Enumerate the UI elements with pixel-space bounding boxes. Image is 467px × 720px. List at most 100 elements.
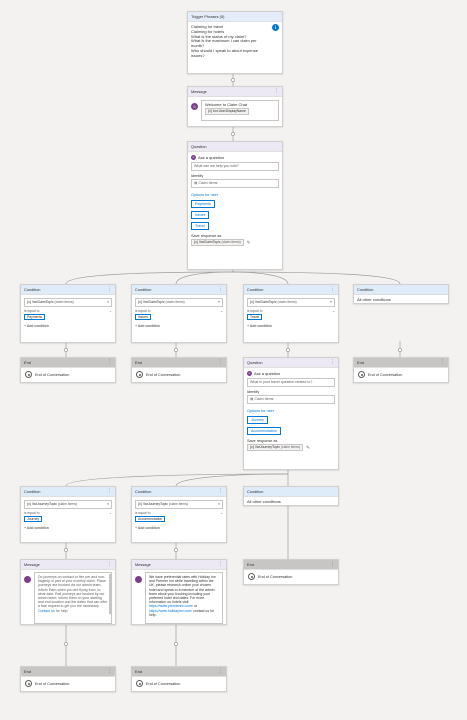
condition-value[interactable]: Issues xyxy=(135,314,151,320)
option-payments[interactable]: Payments xyxy=(191,200,215,208)
remove-icon[interactable]: × xyxy=(107,299,109,306)
condition-node-other[interactable]: Condition All other conditions xyxy=(243,486,339,506)
end-node[interactable]: End ⋮ End of Conversation xyxy=(243,559,339,585)
end-title: End xyxy=(357,360,364,365)
condition-variable[interactable]: {x} VarClaimTopic (claim items) × xyxy=(24,298,112,307)
option-travel[interactable]: Travel xyxy=(191,222,209,230)
chevron-down-icon[interactable]: ⌄ xyxy=(220,309,223,313)
operator-label: is equal to xyxy=(247,309,263,313)
message-node-welcome[interactable]: Message ⋮ ☺ Welcome to Claim Chat {x} bo… xyxy=(187,86,283,127)
condition-node-payments[interactable]: Condition ⋮ {x} VarClaimTopic (claim ite… xyxy=(20,284,116,343)
condition-value[interactable]: Accommodation xyxy=(135,516,166,522)
question-prompt-field[interactable]: What can we help you with? xyxy=(191,162,279,171)
end-node[interactable]: End ⋮ End of Conversation xyxy=(131,357,227,383)
message-node-accommodation[interactable]: Message ⋮ We have preferential rates wit… xyxy=(131,559,227,625)
end-node[interactable]: End ⋮ End of Conversation xyxy=(20,357,116,383)
condition-value[interactable]: Journey xyxy=(24,516,43,522)
add-condition-button[interactable]: + Add condition xyxy=(24,526,112,530)
remove-icon[interactable]: × xyxy=(218,299,220,306)
condition-node-journey[interactable]: Condition ⋮ {x} VarJourneyTopic (claim i… xyxy=(20,486,116,543)
variable-chip[interactable]: {x} bot.UserDisplayName xyxy=(205,107,249,115)
more-options-icon[interactable]: ⋮ xyxy=(107,358,112,367)
scrollbar[interactable] xyxy=(109,574,111,614)
end-text: End of Conversation xyxy=(35,681,70,686)
add-condition-button[interactable]: + Add condition xyxy=(24,324,112,328)
more-options-icon[interactable]: ⋮ xyxy=(218,487,223,496)
more-options-icon[interactable]: ⋮ xyxy=(274,87,279,96)
condition-node-other[interactable]: Condition All other conditions xyxy=(353,284,449,304)
save-variable-chip[interactable]: {x} VarClaimTopic (claim items) xyxy=(191,239,244,246)
operator-label: is equal to xyxy=(24,309,40,313)
question-prompt-field[interactable]: What is your travel question related to? xyxy=(247,378,335,387)
remove-icon[interactable]: × xyxy=(107,501,109,508)
condition-value[interactable]: Payments xyxy=(24,314,46,320)
other-conditions-label: All other conditions xyxy=(357,297,391,302)
condition-value[interactable]: Travel xyxy=(247,314,263,320)
add-condition-button[interactable]: + Add condition xyxy=(135,526,223,530)
end-header: End ⋮ xyxy=(354,358,448,368)
condition-operator[interactable]: is equal to ⌄ xyxy=(247,309,335,313)
option-issues[interactable]: Issues xyxy=(191,211,210,219)
options-label: Options for user xyxy=(191,193,219,197)
message-bubble[interactable]: Welcome to Claim Chat {x} bot.UserDispla… xyxy=(201,100,279,121)
remove-icon[interactable]: × xyxy=(330,299,332,306)
chevron-down-icon[interactable]: ⌄ xyxy=(220,511,223,515)
option-journey[interactable]: Journey xyxy=(247,416,268,424)
more-options-icon[interactable]: ⋮ xyxy=(107,285,112,294)
message-node-journey[interactable]: Message ⋮ Do journeys on contact or flex… xyxy=(20,559,116,625)
chevron-down-icon[interactable]: ⌄ xyxy=(109,511,112,515)
add-condition-button[interactable]: + Add condition xyxy=(247,324,335,328)
condition-node-travel[interactable]: Condition ⋮ {x} VarClaimTopic (claim ite… xyxy=(243,284,339,343)
more-options-icon[interactable]: ⋮ xyxy=(330,285,335,294)
end-node[interactable]: End ⋮ End of Conversation xyxy=(131,666,227,692)
more-options-icon[interactable]: ⋮ xyxy=(218,560,223,569)
message-bubble[interactable]: We have preferential rates with Holiday … xyxy=(145,572,223,624)
info-icon[interactable]: i xyxy=(272,24,279,31)
condition-node-accommodation[interactable]: Condition ⋮ {x} VarJourneyTopic (claim i… xyxy=(131,486,227,543)
edit-icon[interactable]: ✎ xyxy=(306,445,310,451)
more-options-icon[interactable]: ⋮ xyxy=(440,358,445,367)
condition-variable[interactable]: {x} VarJourneyTopic (claim items) × xyxy=(24,500,112,509)
identify-select[interactable]: ▤ Claim Items xyxy=(247,395,335,404)
condition-variable[interactable]: {x} VarJourneyTopic (claim items) × xyxy=(135,500,223,509)
condition-operator[interactable]: is equal to ⌄ xyxy=(135,511,223,515)
condition-title: Condition xyxy=(135,489,152,494)
question-node-claim[interactable]: Question ☺ Ask a question What can we he… xyxy=(187,141,283,270)
more-options-icon[interactable]: ⋮ xyxy=(330,560,335,569)
more-options-icon[interactable]: ⋮ xyxy=(218,667,223,676)
chevron-down-icon[interactable]: ⌄ xyxy=(332,309,335,313)
save-variable-name: VarClaimTopic xyxy=(198,240,221,244)
remove-icon[interactable]: × xyxy=(218,501,220,508)
more-options-icon[interactable]: ⋮ xyxy=(107,560,112,569)
more-options-icon[interactable]: ⋮ xyxy=(107,487,112,496)
identify-select[interactable]: ▤ Claim Items xyxy=(191,179,279,188)
more-options-icon[interactable]: ⋮ xyxy=(330,358,335,367)
add-condition-button[interactable]: + Add condition xyxy=(135,324,223,328)
plus-icon: + xyxy=(135,526,138,530)
trigger-phrases-node[interactable]: Trigger Phrases (5) Claiming for travel … xyxy=(187,11,283,74)
option-accommodation[interactable]: Accommodation xyxy=(247,427,281,435)
message-bubble[interactable]: Do journeys on contact or flex per and n… xyxy=(34,572,112,624)
edit-icon[interactable]: ✎ xyxy=(247,240,251,246)
condition-operator[interactable]: is equal to ⌄ xyxy=(24,309,112,313)
question-node-travel[interactable]: Question ⋮ ☺ Ask a question What is your… xyxy=(243,357,339,470)
more-options-icon[interactable]: ⋮ xyxy=(218,358,223,367)
more-options-icon[interactable]: ⋮ xyxy=(218,285,223,294)
add-condition-label: Add condition xyxy=(249,324,272,328)
more-options-icon[interactable]: ⋮ xyxy=(107,667,112,676)
save-variable-chip[interactable]: {x} VarJourneyTopic (claim items) xyxy=(247,444,304,451)
condition-operator[interactable]: is equal to ⌄ xyxy=(24,511,112,515)
condition-variable[interactable]: {x} VarClaimTopic (claim items) × xyxy=(135,298,223,307)
condition-title: Condition xyxy=(24,489,41,494)
contact-link[interactable]: Contact us xyxy=(38,609,55,613)
end-node[interactable]: End ⋮ End of Conversation xyxy=(20,666,116,692)
add-condition-label: Add condition xyxy=(137,526,160,530)
chevron-down-icon[interactable]: ⌄ xyxy=(109,309,112,313)
condition-operator[interactable]: is equal to ⌄ xyxy=(135,309,223,313)
condition-variable[interactable]: {x} VarClaimTopic (claim items) × xyxy=(247,298,335,307)
end-node[interactable]: End ⋮ End of Conversation xyxy=(353,357,449,383)
end-text: End of Conversation xyxy=(258,574,293,579)
condition-node-issues[interactable]: Condition ⋮ {x} VarClaimTopic (claim ite… xyxy=(131,284,227,343)
condition-var-name: VarJourneyTopic xyxy=(142,502,168,506)
condition-title: Condition xyxy=(357,287,374,292)
